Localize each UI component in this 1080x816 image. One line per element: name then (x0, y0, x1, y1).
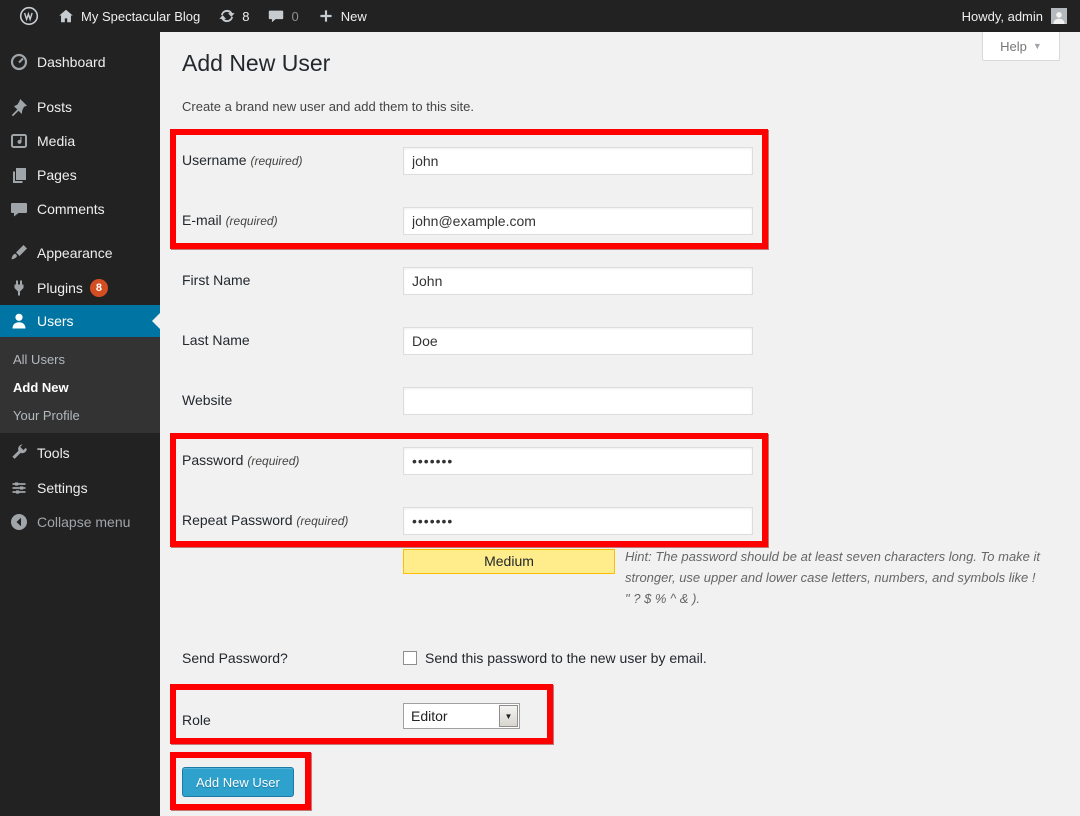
chevron-down-icon: ▼ (1033, 41, 1042, 51)
selected-item-arrow (152, 313, 160, 329)
submenu-item-add-new[interactable]: Add New (0, 374, 160, 402)
sidebar-item-label: Plugins (37, 280, 83, 296)
new-label: New (341, 9, 367, 24)
sidebar-item-label: Media (37, 133, 75, 149)
send-password-label: Send Password? (182, 650, 397, 666)
website-label: Website (182, 392, 397, 408)
help-label: Help (1000, 39, 1027, 54)
update-icon (218, 7, 236, 25)
comment-count: 0 (291, 9, 298, 24)
role-select[interactable]: Editor ▼ (403, 703, 520, 729)
help-button[interactable]: Help ▼ (982, 32, 1060, 61)
updates-menu[interactable]: 8 (209, 0, 258, 32)
hint-spacer (353, 546, 625, 592)
required-note: (required) (250, 154, 302, 168)
sidebar-item-tools[interactable]: Tools (0, 436, 160, 470)
plus-icon (317, 7, 335, 25)
admin-sidebar: Dashboard Posts Media Pages Comments App… (0, 32, 160, 816)
dropdown-arrow-icon: ▼ (499, 705, 518, 727)
collapse-menu-button[interactable]: Collapse menu (0, 505, 160, 538)
password-label: Password (required) (182, 452, 397, 468)
send-password-checkbox[interactable] (403, 651, 417, 665)
username-label: Username (required) (182, 152, 397, 168)
sidebar-item-comments[interactable]: Comments (0, 192, 160, 226)
email-input[interactable] (403, 207, 753, 235)
dashboard-icon (9, 52, 29, 72)
settings-sliders-icon (9, 478, 29, 498)
comments-menu[interactable]: 0 (258, 0, 307, 32)
last-name-label: Last Name (182, 332, 397, 348)
sidebar-item-label: Tools (37, 445, 70, 461)
repeat-password-input[interactable] (403, 507, 753, 535)
wordpress-logo-icon[interactable] (10, 0, 48, 32)
first-name-input[interactable] (403, 267, 753, 295)
site-name: My Spectacular Blog (81, 9, 200, 24)
plugin-icon (9, 278, 29, 298)
email-label: E-mail (required) (182, 212, 397, 228)
first-name-label: First Name (182, 272, 397, 288)
role-label: Role (182, 712, 397, 728)
avatar (1051, 8, 1067, 24)
password-hint: Hint: The password should be at least se… (353, 546, 1043, 609)
sidebar-item-posts[interactable]: Posts (0, 90, 160, 124)
account-menu[interactable]: Howdy, admin (962, 0, 1080, 32)
update-count: 8 (242, 9, 249, 24)
sidebar-item-label: Dashboard (37, 54, 106, 70)
sidebar-item-label: Collapse menu (37, 514, 130, 530)
sidebar-item-pages[interactable]: Pages (0, 158, 160, 192)
admin-bar: My Spectacular Blog 8 0 New (0, 0, 1080, 32)
media-icon (9, 131, 29, 151)
site-name-menu[interactable]: My Spectacular Blog (48, 0, 209, 32)
add-new-user-button[interactable]: Add New User (182, 767, 294, 797)
collapse-arrow-icon (9, 512, 29, 532)
password-input[interactable] (403, 447, 753, 475)
page-title: Add New User (182, 50, 330, 77)
sidebar-item-dashboard[interactable]: Dashboard (0, 45, 160, 78)
sidebar-item-label: Pages (37, 167, 77, 183)
home-icon (57, 7, 75, 25)
sidebar-item-media[interactable]: Media (0, 124, 160, 158)
last-name-input[interactable] (403, 327, 753, 355)
wordpress-admin-screen: My Spectacular Blog 8 0 New (0, 0, 1080, 816)
submenu-item-all-users[interactable]: All Users (0, 346, 160, 374)
role-selected-value: Editor (404, 708, 499, 724)
sidebar-item-settings[interactable]: Settings (0, 470, 160, 505)
required-note: (required) (247, 454, 299, 468)
new-menu[interactable]: New (308, 0, 376, 32)
required-note: (required) (226, 214, 278, 228)
tools-wrench-icon (9, 443, 29, 463)
sidebar-item-appearance[interactable]: Appearance (0, 236, 160, 270)
howdy-text: Howdy, admin (962, 9, 1043, 24)
sidebar-item-label: Posts (37, 99, 72, 115)
users-submenu: All Users Add New Your Profile (0, 337, 160, 433)
required-note: (required) (296, 514, 348, 528)
website-input[interactable] (403, 387, 753, 415)
comment-bubble-icon (267, 7, 285, 25)
sidebar-item-users[interactable]: Users (0, 305, 160, 337)
main-content: Help ▼ Add New User Create a brand new u… (160, 32, 1080, 816)
pushpin-icon (9, 97, 29, 117)
sidebar-item-label: Appearance (37, 245, 113, 261)
plugins-update-badge: 8 (90, 279, 108, 297)
pages-icon (9, 165, 29, 185)
repeat-password-label: Repeat Password (required) (182, 512, 397, 528)
submenu-item-your-profile[interactable]: Your Profile (0, 402, 160, 430)
users-icon (9, 311, 29, 331)
sidebar-item-label: Comments (37, 201, 105, 217)
sidebar-item-label: Users (37, 313, 74, 329)
sidebar-item-plugins[interactable]: Plugins 8 (0, 270, 160, 305)
sidebar-item-label: Settings (37, 480, 88, 496)
comments-icon (9, 199, 29, 219)
appearance-brush-icon (9, 243, 29, 263)
send-password-checkbox-label: Send this password to the new user by em… (425, 650, 707, 666)
page-subtitle: Create a brand new user and add them to … (182, 99, 474, 114)
username-input[interactable] (403, 147, 753, 175)
